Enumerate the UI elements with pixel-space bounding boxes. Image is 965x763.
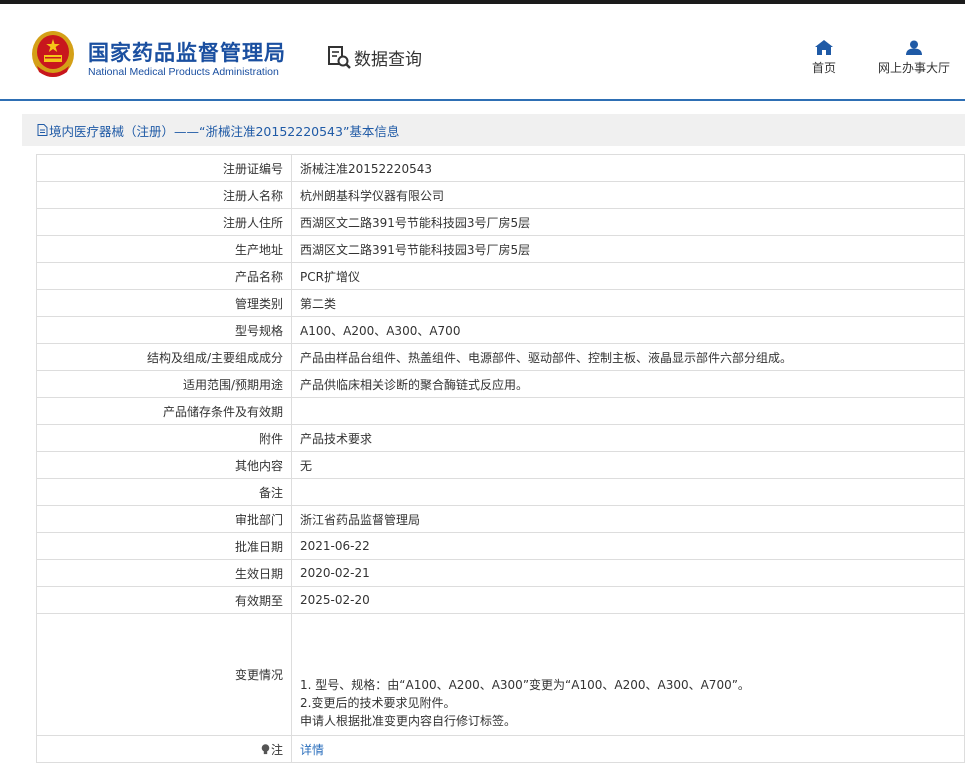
nav-online-hall[interactable]: 网上办事大厅 — [878, 40, 950, 76]
field-value: 第二类 — [291, 289, 965, 317]
change-line: 1. 型号、规格：由“A100、A200、A300”变更为“A100、A200、… — [300, 678, 750, 692]
table-row: 产品储存条件及有效期 — [36, 397, 965, 425]
change-history-value: 1. 型号、规格：由“A100、A200、A300”变更为“A100、A200、… — [291, 613, 965, 736]
table-row: 注册证编号 浙械注准20152220543 — [36, 154, 965, 182]
table-row-change: 变更情况 1. 型号、规格：由“A100、A200、A300”变更为“A100、A… — [36, 613, 965, 736]
data-query-label: 数据查询 — [354, 49, 422, 70]
table-row: 其他内容无 — [36, 451, 965, 479]
field-label: 生效日期 — [36, 559, 292, 587]
field-value: 浙江省药品监督管理局 — [291, 505, 965, 533]
breadcrumb-text: 境内医疗器械（注册）——“浙械注准20152220543”基本信息 — [49, 123, 400, 139]
note-label: 注 — [270, 742, 283, 757]
field-label: 产品名称 — [36, 262, 292, 290]
field-label: 注册人名称 — [36, 181, 292, 209]
search-document-icon — [328, 46, 351, 69]
table-row: 管理类别 第二类 — [36, 289, 965, 317]
field-label: 批准日期 — [36, 532, 292, 560]
note-value-cell: 详情 — [291, 735, 965, 763]
field-label: 注册证编号 — [36, 154, 292, 182]
change-line: 2.变更后的技术要求见附件。 — [300, 696, 456, 710]
data-query-link[interactable]: 数据查询 — [326, 44, 422, 70]
table-row: 注册人名称 杭州朗基科学仪器有限公司 — [36, 181, 965, 209]
table-row: 型号规格 A100、A200、A300、A700 — [36, 316, 965, 344]
field-value: 产品技术要求 — [291, 424, 965, 452]
note-label-cell: 注 — [36, 735, 292, 763]
field-label: 产品储存条件及有效期 — [36, 397, 292, 425]
field-label: 备注 — [36, 478, 292, 506]
field-value: 2025-02-20 — [291, 586, 965, 614]
table-row: 批准日期 2021-06-22 — [36, 532, 965, 560]
field-value: 西湖区文二路391号节能科技园3号厂房5层 — [291, 235, 965, 263]
field-label: 附件 — [36, 424, 292, 452]
table-row: 审批部门 浙江省药品监督管理局 — [36, 505, 965, 533]
document-icon — [37, 124, 48, 136]
field-label: 生产地址 — [36, 235, 292, 263]
field-label: 型号规格 — [36, 316, 292, 344]
brand-name-en[interactable]: National Medical Products Administration — [88, 66, 279, 78]
field-value: PCR扩增仪 — [291, 262, 965, 290]
header-divider — [0, 99, 965, 101]
breadcrumb: 境内医疗器械（注册）——“浙械注准20152220543”基本信息 — [22, 114, 965, 146]
field-value — [291, 478, 965, 506]
table-row: 附件 产品技术要求 — [36, 424, 965, 452]
table-row: 生效日期 2020-02-21 — [36, 559, 965, 587]
national-emblem-icon[interactable] — [31, 28, 75, 78]
field-label: 变更情况 — [36, 613, 292, 736]
field-value: 产品由样品台组件、热盖组件、电源部件、驱动部件、控制主板、液晶显示部件六部分组成… — [291, 343, 965, 371]
field-value: 2021-06-22 — [291, 532, 965, 560]
table-row: 有效期至 2025-02-20 — [36, 586, 965, 614]
table-row: 生产地址 西湖区文二路391号节能科技园3号厂房5层 — [36, 235, 965, 263]
field-label: 管理类别 — [36, 289, 292, 317]
field-value — [291, 397, 965, 425]
field-label: 其他内容 — [36, 451, 292, 479]
field-label: 适用范围/预期用途 — [36, 370, 292, 398]
field-value: 浙械注准20152220543 — [291, 154, 965, 182]
table-row: 产品名称 PCR扩增仪 — [36, 262, 965, 290]
table-row: 备注 — [36, 478, 965, 506]
table-row: 注册人住所 西湖区文二路391号节能科技园3号厂房5层 — [36, 208, 965, 236]
user-icon — [906, 40, 922, 55]
details-link[interactable]: 详情 — [300, 743, 324, 757]
brand-name-cn[interactable]: 国家药品监督管理局 — [88, 37, 286, 67]
nav-online-hall-label: 网上办事大厅 — [878, 61, 951, 75]
field-label: 注册人住所 — [36, 208, 292, 236]
field-label: 有效期至 — [36, 586, 292, 614]
nav-home[interactable]: 首页 — [812, 40, 836, 76]
field-value: 无 — [291, 451, 965, 479]
field-value: 杭州朗基科学仪器有限公司 — [291, 181, 965, 209]
field-label: 结构及组成/主要组成成分 — [36, 343, 292, 371]
lightbulb-icon — [261, 743, 270, 754]
table-row: 结构及组成/主要组成成分 产品由样品台组件、热盖组件、电源部件、驱动部件、控制主板… — [36, 343, 965, 371]
site-header: 国家药品监督管理局 National Medical Products Admi… — [0, 4, 965, 99]
nav-home-label: 首页 — [812, 61, 837, 75]
home-icon — [815, 40, 833, 55]
field-value: 西湖区文二路391号节能科技园3号厂房5层 — [291, 208, 965, 236]
field-label: 审批部门 — [36, 505, 292, 533]
change-line: 申请人根据批准变更内容自行修订标签。 — [300, 714, 517, 728]
field-value: 2020-02-21 — [291, 559, 965, 587]
field-value: A100、A200、A300、A700 — [291, 316, 965, 344]
field-value: 产品供临床相关诊断的聚合酶链式反应用。 — [291, 370, 965, 398]
table-row-note: 注 详情 — [36, 735, 965, 763]
registration-info-table: 注册证编号 浙械注准20152220543 注册人名称 杭州朗基科学仪器有限公司 注册人… — [36, 154, 965, 763]
table-row: 适用范围/预期用途 产品供临床相关诊断的聚合酶链式反应用。 — [36, 370, 965, 398]
